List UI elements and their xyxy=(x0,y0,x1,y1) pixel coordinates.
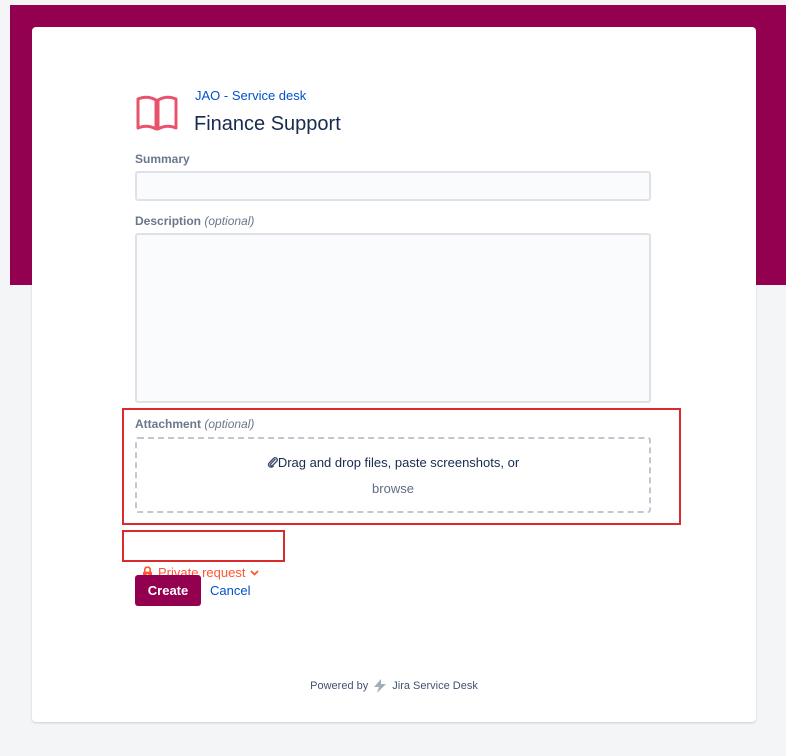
request-form-card: JAO - Service desk Finance Support Summa… xyxy=(32,27,756,722)
description-label: Description (optional) xyxy=(135,214,254,228)
private-request-highlight-box xyxy=(122,530,285,562)
jira-bolt-icon xyxy=(374,679,387,693)
summary-label-text: Summary xyxy=(135,152,190,166)
chevron-down-icon xyxy=(250,569,260,576)
product-name: Jira Service Desk xyxy=(392,680,478,692)
attachment-highlight-box xyxy=(122,408,681,525)
cancel-button[interactable]: Cancel xyxy=(210,583,250,598)
description-label-text: Description xyxy=(135,214,202,228)
powered-by-text: Powered by xyxy=(310,680,369,692)
summary-label: Summary xyxy=(135,152,190,166)
form-title: Finance Support xyxy=(194,113,341,135)
create-button[interactable]: Create xyxy=(135,575,201,606)
project-link[interactable]: JAO - Service desk xyxy=(195,88,306,103)
description-input[interactable] xyxy=(135,233,651,403)
summary-input[interactable] xyxy=(135,171,651,201)
description-optional: (optional) xyxy=(204,214,255,228)
powered-by: Powered by Jira Service Desk xyxy=(32,679,756,693)
open-book-icon xyxy=(136,95,178,131)
